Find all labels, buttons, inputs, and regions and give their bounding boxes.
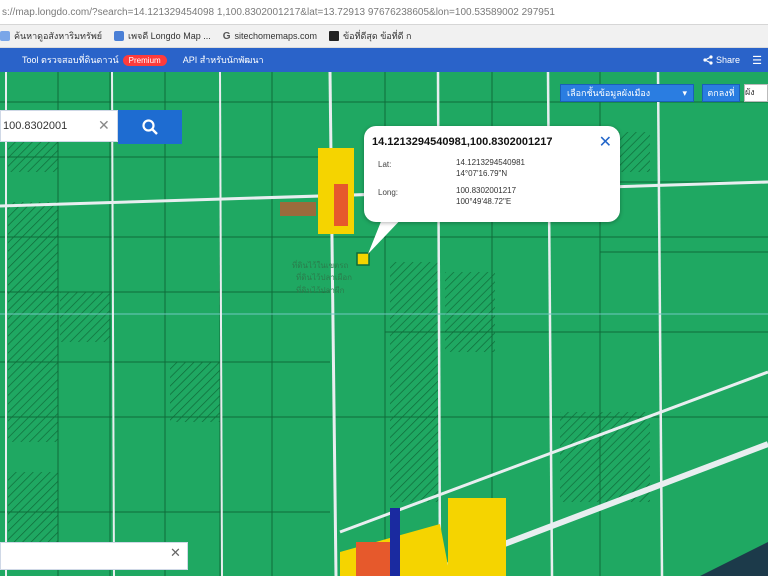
coordinate-popup: 14.1213294540981,100.8302001217 ✕ Lat: 1… [364, 126, 620, 222]
close-icon[interactable]: ✕ [599, 132, 612, 151]
bottom-search-panel[interactable] [0, 542, 188, 570]
close-icon[interactable]: ✕ [170, 546, 181, 561]
popup-title: 14.1213294540981,100.8302001217 [372, 136, 553, 148]
lat-label: Lat: [378, 160, 392, 169]
lat-decimal: 14.1213294540981 [456, 158, 525, 167]
long-label: Long: [378, 188, 399, 197]
long-dms: 100°49'48.72"E [456, 197, 512, 206]
long-decimal: 100.8302001217 [456, 186, 517, 195]
popup-tail [368, 214, 406, 254]
lat-dms: 14°07'16.79"N [456, 169, 508, 178]
